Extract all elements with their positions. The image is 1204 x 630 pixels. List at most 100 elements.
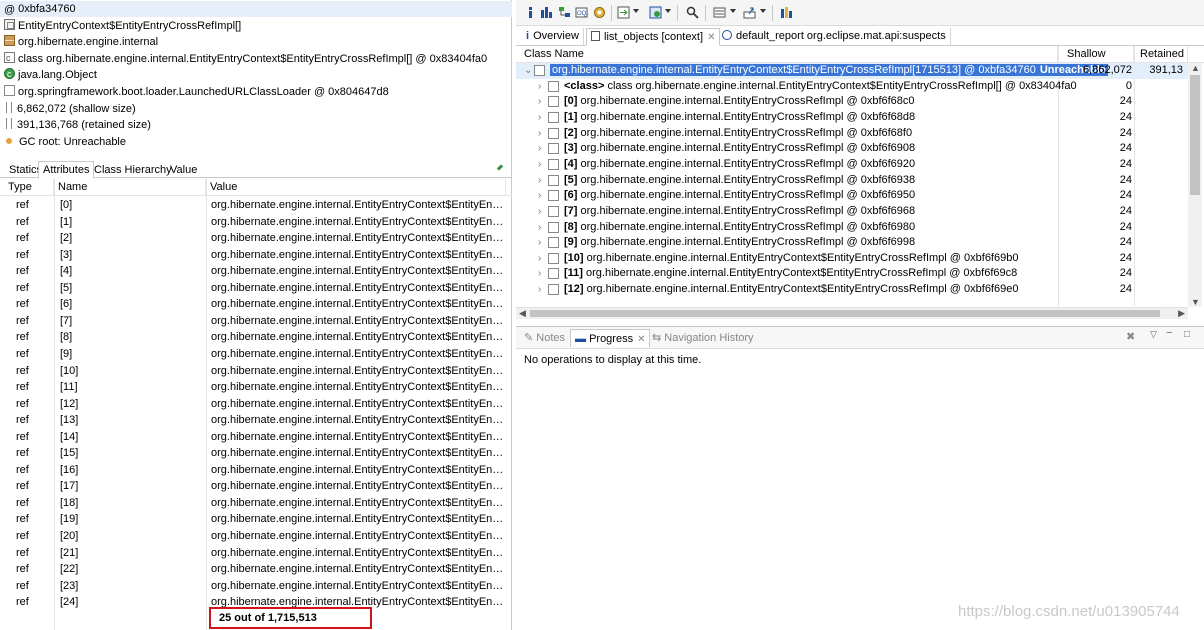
- table-row[interactable]: ref [14] org.hibernate.engine.internal.Ent…: [0, 429, 512, 446]
- table-row[interactable]: ref [17] org.hibernate.engine.internal.Ent…: [0, 478, 512, 495]
- info-line[interactable]: EntityEntryContext$EntityEntryCrossRefIm…: [0, 18, 512, 34]
- chevron-right-icon[interactable]: ›: [538, 282, 546, 298]
- chevron-down-icon[interactable]: ▼: [1191, 297, 1200, 307]
- info-line[interactable]: org.hibernate.engine.internal: [0, 34, 512, 50]
- table-row[interactable]: ref [15] org.hibernate.engine.internal.Ent…: [0, 445, 512, 462]
- horizontal-scrollbar[interactable]: ◀ ▶: [516, 307, 1188, 319]
- query-browser-icon[interactable]: [617, 6, 630, 19]
- table-row[interactable]: ref [12] org.hibernate.engine.internal.Ent…: [0, 396, 512, 413]
- table-row[interactable]: ref [20] org.hibernate.engine.internal.Ent…: [0, 528, 512, 545]
- table-row[interactable]: ref [10] org.hibernate.engine.internal.Ent…: [0, 363, 512, 380]
- table-row[interactable]: ref [9] org.hibernate.engine.internal.Enti…: [0, 346, 512, 363]
- chevron-right-icon[interactable]: ›: [538, 266, 546, 282]
- remove-all-icon[interactable]: ✖: [1126, 330, 1135, 343]
- histogram-icon[interactable]: [540, 6, 553, 19]
- minimize-icon[interactable]: −: [1166, 327, 1172, 339]
- tab-notes[interactable]: ✎ Notes: [520, 329, 569, 347]
- table-row[interactable]: ref [2] org.hibernate.engine.internal.Enti…: [0, 230, 512, 247]
- table-row[interactable]: ref [0] org.hibernate.engine.internal.Enti…: [0, 197, 512, 214]
- tree-row[interactable]: › <class> class org.hibernate.engine.inte…: [516, 79, 1188, 95]
- tab-progress[interactable]: ▬ Progress ✕: [570, 329, 651, 349]
- tree-row[interactable]: › [9] org.hibernate.engine.internal.Entit…: [516, 235, 1188, 251]
- maximize-icon[interactable]: □: [1184, 329, 1190, 340]
- table-row[interactable]: ref [16] org.hibernate.engine.internal.Ent…: [0, 462, 512, 479]
- col-name-header[interactable]: Name: [54, 179, 206, 196]
- tree-row[interactable]: › [0] org.hibernate.engine.internal.Entit…: [516, 94, 1188, 110]
- tab-class-hierarchy[interactable]: Class Hierarchy: [89, 161, 177, 178]
- table-row[interactable]: ref [5] org.hibernate.engine.internal.Enti…: [0, 280, 512, 297]
- chevron-down-icon[interactable]: [633, 9, 639, 13]
- tree-row[interactable]: › [12] org.hibernate.engine.internal.Enti…: [516, 282, 1188, 298]
- chevron-right-icon[interactable]: ›: [538, 110, 546, 126]
- calculate-retained-icon[interactable]: [713, 6, 726, 19]
- tab-value[interactable]: Value: [165, 161, 202, 178]
- info-line[interactable]: 391,136,768 (retained size): [0, 117, 512, 133]
- chevron-right-icon[interactable]: ›: [538, 126, 546, 142]
- tree-row[interactable]: › [6] org.hibernate.engine.internal.Entit…: [516, 188, 1188, 204]
- info-line[interactable]: GC root: Unreachable: [0, 134, 512, 150]
- table-row[interactable]: ref [8] org.hibernate.engine.internal.Enti…: [0, 329, 512, 346]
- tab-attributes[interactable]: Attributes: [38, 161, 95, 179]
- info-line[interactable]: @0xbfa34760: [0, 1, 512, 17]
- col-value-header[interactable]: Value: [206, 179, 506, 196]
- table-row[interactable]: ref [3] org.hibernate.engine.internal.Enti…: [0, 247, 512, 264]
- table-row[interactable]: ref [18] org.hibernate.engine.internal.Ent…: [0, 495, 512, 512]
- tree-row[interactable]: › [3] org.hibernate.engine.internal.Entit…: [516, 141, 1188, 157]
- col-type-header[interactable]: Type: [4, 179, 54, 196]
- info-line[interactable]: 6,862,072 (shallow size): [0, 101, 512, 117]
- chevron-down-icon[interactable]: ⌄: [524, 63, 532, 79]
- tree-row[interactable]: › [10] org.hibernate.engine.internal.Enti…: [516, 251, 1188, 267]
- chevron-down-icon[interactable]: [730, 9, 736, 13]
- dominator-tree-icon[interactable]: [558, 6, 571, 19]
- info-line[interactable]: org.springframework.boot.loader.Launched…: [0, 84, 512, 100]
- info-line[interactable]: class org.hibernate.engine.internal.Enti…: [0, 50, 512, 67]
- search-icon[interactable]: [686, 6, 699, 19]
- table-row[interactable]: ref [11] org.hibernate.engine.internal.Ent…: [0, 379, 512, 396]
- close-icon[interactable]: ✕: [637, 331, 645, 349]
- heap-dump-overview-icon[interactable]: [780, 6, 793, 19]
- table-row[interactable]: ref [22] org.hibernate.engine.internal.Ent…: [0, 561, 512, 578]
- col-class-name-header[interactable]: Class Name: [520, 46, 1058, 63]
- table-row[interactable]: ref [13] org.hibernate.engine.internal.Ent…: [0, 412, 512, 429]
- export-icon[interactable]: [743, 6, 756, 19]
- tree-row[interactable]: › [1] org.hibernate.engine.internal.Entit…: [516, 110, 1188, 126]
- chevron-down-icon[interactable]: [665, 9, 671, 13]
- scrollbar-thumb[interactable]: [1190, 75, 1200, 195]
- col-retained-heap-header[interactable]: Retained I: [1136, 46, 1188, 77]
- tree-row[interactable]: › [5] org.hibernate.engine.internal.Entit…: [516, 173, 1188, 189]
- tab-list-objects[interactable]: list_objects [context] ✕: [586, 28, 721, 46]
- tree-row[interactable]: ⌄ org.hibernate.engine.internal.EntityEnt…: [516, 63, 1188, 79]
- pin-icon[interactable]: [496, 164, 504, 172]
- chevron-right-icon[interactable]: ›: [538, 204, 546, 220]
- group-icon[interactable]: [649, 6, 662, 19]
- tab-overview[interactable]: i Overview: [522, 28, 584, 46]
- info-icon[interactable]: [524, 6, 537, 19]
- tab-default-report[interactable]: default_report org.eclipse.mat.api:suspe…: [718, 28, 951, 46]
- tree-row[interactable]: › [8] org.hibernate.engine.internal.Entit…: [516, 220, 1188, 236]
- chevron-right-icon[interactable]: ›: [538, 220, 546, 236]
- chevron-down-icon[interactable]: ▽: [1150, 329, 1157, 340]
- table-row[interactable]: ref [4] org.hibernate.engine.internal.Enti…: [0, 263, 512, 280]
- table-row[interactable]: ref [7] org.hibernate.engine.internal.Enti…: [0, 313, 512, 330]
- tab-navigation-history[interactable]: ⇆ Navigation History: [648, 329, 758, 347]
- chevron-right-icon[interactable]: ›: [538, 251, 546, 267]
- chevron-right-icon[interactable]: ›: [538, 173, 546, 189]
- oql-icon[interactable]: OQL: [575, 6, 588, 19]
- close-icon[interactable]: ✕: [707, 29, 715, 46]
- chevron-right-icon[interactable]: ›: [538, 188, 546, 204]
- table-row[interactable]: ref [21] org.hibernate.engine.internal.Ent…: [0, 545, 512, 562]
- col-shallow-heap-header[interactable]: Shallow Heap: [1063, 46, 1134, 77]
- tree-row[interactable]: › [7] org.hibernate.engine.internal.Entit…: [516, 204, 1188, 220]
- scrollbar-thumb[interactable]: [530, 310, 1160, 317]
- info-line[interactable]: java.lang.Object: [0, 66, 512, 83]
- chevron-right-icon[interactable]: ›: [538, 141, 546, 157]
- table-row[interactable]: ref [19] org.hibernate.engine.internal.Ent…: [0, 511, 512, 528]
- tree-row[interactable]: › [4] org.hibernate.engine.internal.Entit…: [516, 157, 1188, 173]
- table-row[interactable]: ref [1] org.hibernate.engine.internal.Enti…: [0, 214, 512, 231]
- chevron-up-icon[interactable]: ▲: [1191, 63, 1200, 73]
- chevron-right-icon[interactable]: ▶: [1178, 308, 1185, 319]
- chevron-right-icon[interactable]: ›: [538, 235, 546, 251]
- tree-row[interactable]: › [2] org.hibernate.engine.internal.Entit…: [516, 126, 1188, 142]
- table-row[interactable]: ref [6] org.hibernate.engine.internal.Enti…: [0, 296, 512, 313]
- chevron-right-icon[interactable]: ›: [538, 94, 546, 110]
